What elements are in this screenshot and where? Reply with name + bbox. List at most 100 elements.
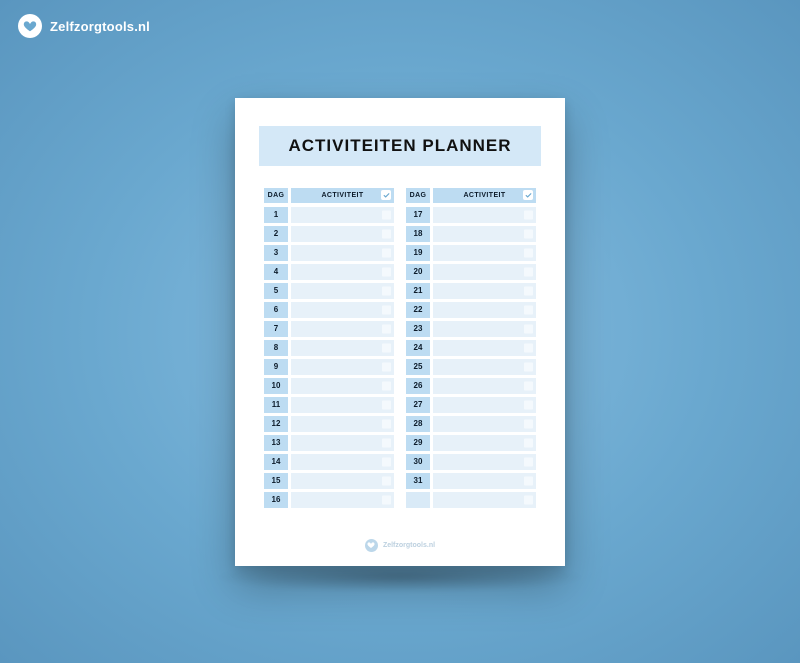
header-day-label: DAG: [264, 188, 288, 203]
planner-row: 8: [264, 340, 394, 356]
title-band: ACTIVITEITEN PLANNER: [259, 126, 541, 166]
activity-cell: [433, 454, 536, 470]
planner-row: 10: [264, 378, 394, 394]
checkbox-icon: [524, 210, 533, 219]
activity-cell: [433, 207, 536, 223]
planner-row: 29: [406, 435, 536, 451]
day-number-cell: 5: [264, 283, 288, 299]
checkmark-icon: [381, 190, 391, 200]
activity-cell: [291, 454, 394, 470]
activity-cell: [291, 226, 394, 242]
checkbox-icon: [382, 438, 391, 447]
planner-row: 11: [264, 397, 394, 413]
activity-cell: [433, 378, 536, 394]
activity-cell: [291, 302, 394, 318]
planner-row: 30: [406, 454, 536, 470]
checkbox-icon: [382, 286, 391, 295]
activity-cell: [433, 302, 536, 318]
planner-row: 26: [406, 378, 536, 394]
planner-row: 25: [406, 359, 536, 375]
day-number-cell: 20: [406, 264, 430, 280]
activity-cell: [433, 340, 536, 356]
checkbox-icon: [382, 476, 391, 485]
planner-row: 19: [406, 245, 536, 261]
activity-cell: [433, 264, 536, 280]
activity-cell: [433, 359, 536, 375]
checkbox-icon: [524, 343, 533, 352]
day-number-cell: 27: [406, 397, 430, 413]
planner-row: 6: [264, 302, 394, 318]
checkbox-icon: [382, 248, 391, 257]
planner-row: 28: [406, 416, 536, 432]
checkbox-icon: [382, 210, 391, 219]
planner-document: ACTIVITEITEN PLANNER DAG ACTIVITEIT 1234…: [235, 98, 565, 566]
planner-row: 7: [264, 321, 394, 337]
checkbox-icon: [524, 324, 533, 333]
activity-cell: [433, 492, 536, 508]
header-activity-label: ACTIVITEIT: [291, 188, 394, 203]
checkbox-icon: [382, 324, 391, 333]
activity-cell: [291, 283, 394, 299]
day-number-cell: 8: [264, 340, 288, 356]
day-number-cell: 25: [406, 359, 430, 375]
checkbox-icon: [524, 400, 533, 409]
planner-row: 1: [264, 207, 394, 223]
day-number-cell: 16: [264, 492, 288, 508]
checkbox-icon: [524, 248, 533, 257]
paper-shadow: [215, 562, 585, 592]
checkbox-icon: [524, 495, 533, 504]
planner-row: 4: [264, 264, 394, 280]
checkbox-icon: [382, 400, 391, 409]
planner-row: 22: [406, 302, 536, 318]
checkbox-icon: [382, 229, 391, 238]
checkbox-icon: [382, 305, 391, 314]
planner-row: 15: [264, 473, 394, 489]
activity-cell: [291, 321, 394, 337]
day-number-cell: 24: [406, 340, 430, 356]
planner-row: 20: [406, 264, 536, 280]
day-number-cell: 2: [264, 226, 288, 242]
day-number-cell: 31: [406, 473, 430, 489]
activity-cell: [433, 416, 536, 432]
day-number-cell: 30: [406, 454, 430, 470]
checkbox-icon: [382, 267, 391, 276]
checkbox-icon: [524, 438, 533, 447]
activity-cell: [291, 473, 394, 489]
activity-cell: [433, 473, 536, 489]
planner-row: 9: [264, 359, 394, 375]
planner-row: 2: [264, 226, 394, 242]
planner-row: 17: [406, 207, 536, 223]
header-activity-text: ACTIVITEIT: [321, 192, 363, 199]
planner-row: 18: [406, 226, 536, 242]
footer-brand-text: Zelfzorgtools.nl: [383, 542, 435, 549]
day-number-cell: 17: [406, 207, 430, 223]
document-footer-brand: Zelfzorgtools.nl: [235, 539, 565, 552]
heart-logo-icon: [365, 539, 378, 552]
planner-row: 24: [406, 340, 536, 356]
day-number-cell: 26: [406, 378, 430, 394]
planner-column-2: DAG ACTIVITEIT 1718192021222324252627282…: [406, 188, 536, 511]
day-number-cell: 9: [264, 359, 288, 375]
activity-cell: [433, 283, 536, 299]
checkbox-icon: [382, 362, 391, 371]
activity-cell: [433, 245, 536, 261]
planner-row: 5: [264, 283, 394, 299]
checkbox-icon: [382, 419, 391, 428]
activity-cell: [291, 245, 394, 261]
day-number-cell: 10: [264, 378, 288, 394]
heart-logo-icon: [18, 14, 42, 38]
day-number-cell: 21: [406, 283, 430, 299]
day-number-cell: 14: [264, 454, 288, 470]
checkbox-icon: [524, 286, 533, 295]
checkbox-icon: [524, 457, 533, 466]
day-number-cell: 22: [406, 302, 430, 318]
checkbox-icon: [524, 229, 533, 238]
activity-cell: [291, 416, 394, 432]
checkbox-icon: [382, 381, 391, 390]
activity-cell: [291, 340, 394, 356]
day-number-cell: 11: [264, 397, 288, 413]
day-number-cell: 6: [264, 302, 288, 318]
day-number-cell: 13: [264, 435, 288, 451]
planner-row: 16: [264, 492, 394, 508]
col2-rows: 171819202122232425262728293031: [406, 207, 536, 508]
